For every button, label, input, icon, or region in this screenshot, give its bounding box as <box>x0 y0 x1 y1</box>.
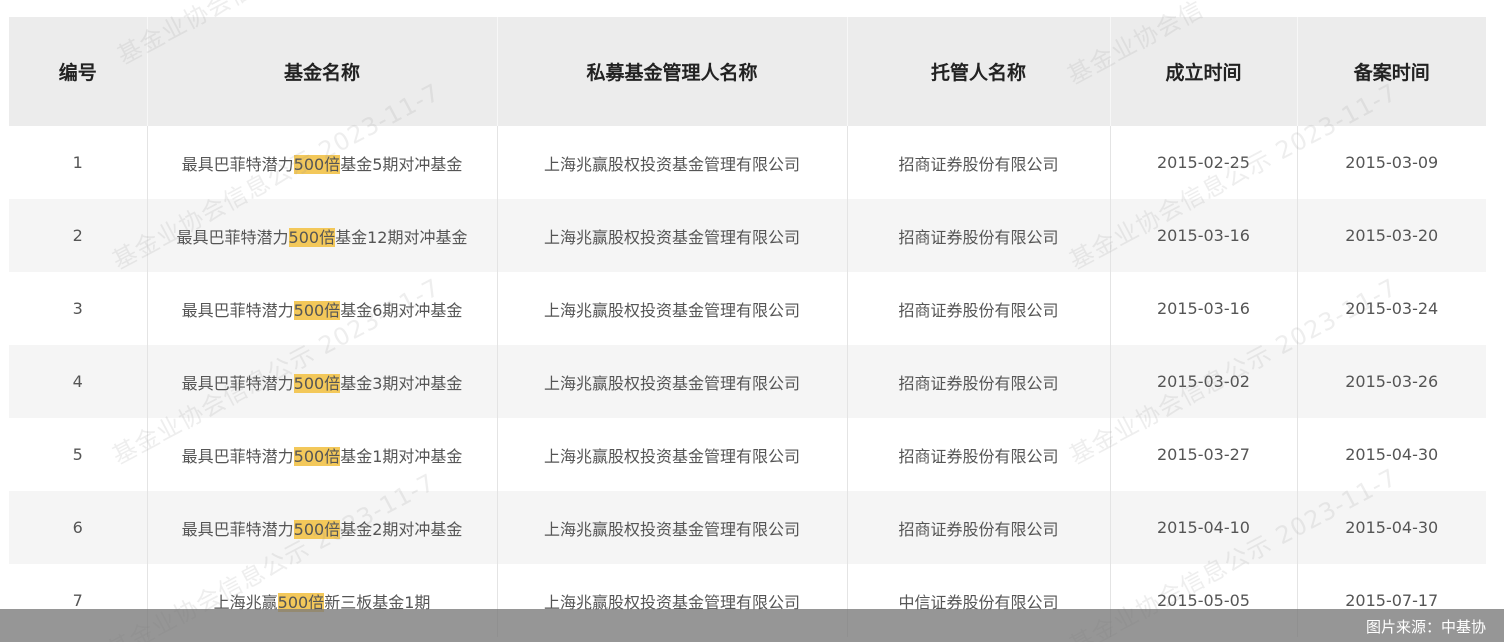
row-number: 1 <box>9 126 148 199</box>
fund-name-highlight: 500倍 <box>293 519 341 539</box>
row-number: 5 <box>9 418 148 491</box>
fund-name-prefix: 最具巴菲特潜力 <box>181 373 294 393</box>
column-header-manager: 私募基金管理人名称 <box>497 17 848 126</box>
filing-date: 2015-03-24 <box>1345 299 1439 318</box>
fund-name-cell: 最具巴菲特潜力500倍基金12期对冲基金 <box>147 199 498 272</box>
filing-date: 2015-03-09 <box>1345 153 1439 172</box>
custodian-name: 招商证券股份有限公司 <box>847 491 1111 564</box>
filing-date: 2015-04-30 <box>1345 518 1439 537</box>
fund-name-cell: 最具巴菲特潜力500倍基金2期对冲基金 <box>147 491 498 564</box>
custodian-name: 招商证券股份有限公司 <box>847 199 1111 272</box>
table-row: 5 最具巴菲特潜力500倍基金1期对冲基金 上海兆赢股权投资基金管理有限公司 招… <box>9 418 1486 491</box>
fund-name-suffix: 基金5期对冲基金 <box>340 154 463 174</box>
custodian-name: 招商证券股份有限公司 <box>847 418 1111 491</box>
manager-name: 上海兆赢股权投资基金管理有限公司 <box>497 345 848 418</box>
manager-name: 上海兆赢股权投资基金管理有限公司 <box>497 272 848 345</box>
fund-record-table: 编号 基金名称 私募基金管理人名称 托管人名称 成立时间 备案时间 1 最具巴菲… <box>9 17 1486 637</box>
established-date: 2015-03-16 <box>1110 199 1298 272</box>
fund-name-prefix: 最具巴菲特潜力 <box>181 519 294 539</box>
fund-name-highlight: 500倍 <box>293 154 341 174</box>
row-number: 4 <box>9 345 148 418</box>
filing-date: 2015-04-30 <box>1345 445 1439 464</box>
fund-name-cell: 最具巴菲特潜力500倍基金1期对冲基金 <box>147 418 498 491</box>
table-header-row: 编号 基金名称 私募基金管理人名称 托管人名称 成立时间 备案时间 <box>9 17 1486 126</box>
manager-name: 上海兆赢股权投资基金管理有限公司 <box>497 491 848 564</box>
custodian-name: 招商证券股份有限公司 <box>847 126 1111 199</box>
table-row: 4 最具巴菲特潜力500倍基金3期对冲基金 上海兆赢股权投资基金管理有限公司 招… <box>9 345 1486 418</box>
fund-name-cell: 最具巴菲特潜力500倍基金3期对冲基金 <box>147 345 498 418</box>
fund-name-prefix: 最具巴菲特潜力 <box>181 446 294 466</box>
table-body: 1 最具巴菲特潜力500倍基金5期对冲基金 上海兆赢股权投资基金管理有限公司 招… <box>9 126 1486 637</box>
fund-name-highlight: 500倍 <box>293 300 341 320</box>
fund-name-cell: 最具巴菲特潜力500倍基金6期对冲基金 <box>147 272 498 345</box>
custodian-name: 招商证券股份有限公司 <box>847 345 1111 418</box>
established-date: 2015-03-27 <box>1110 418 1298 491</box>
fund-name-prefix: 最具巴菲特潜力 <box>181 154 294 174</box>
fund-name-highlight: 500倍 <box>293 446 341 466</box>
established-date: 2015-02-25 <box>1110 126 1298 199</box>
fund-name-suffix: 基金2期对冲基金 <box>340 519 463 539</box>
column-header-fund-name: 基金名称 <box>147 17 498 126</box>
filing-date: 2015-03-26 <box>1345 372 1439 391</box>
fund-name-suffix: 基金6期对冲基金 <box>340 300 463 320</box>
established-date: 2015-03-16 <box>1110 272 1298 345</box>
fund-name-prefix: 最具巴菲特潜力 <box>176 227 289 247</box>
fund-name-highlight: 500倍 <box>288 227 336 247</box>
column-header-custodian: 托管人名称 <box>847 17 1111 126</box>
fund-name-prefix: 最具巴菲特潜力 <box>181 300 294 320</box>
filing-date: 2015-03-20 <box>1345 226 1439 245</box>
manager-name: 上海兆赢股权投资基金管理有限公司 <box>497 126 848 199</box>
table-row: 1 最具巴菲特潜力500倍基金5期对冲基金 上海兆赢股权投资基金管理有限公司 招… <box>9 126 1486 199</box>
custodian-name: 招商证券股份有限公司 <box>847 272 1111 345</box>
fund-name-suffix: 基金3期对冲基金 <box>340 373 463 393</box>
manager-name: 上海兆赢股权投资基金管理有限公司 <box>497 418 848 491</box>
row-number: 6 <box>9 491 148 564</box>
table-row: 6 最具巴菲特潜力500倍基金2期对冲基金 上海兆赢股权投资基金管理有限公司 招… <box>9 491 1486 564</box>
fund-name-cell: 最具巴菲特潜力500倍基金5期对冲基金 <box>147 126 498 199</box>
fund-name-highlight: 500倍 <box>293 373 341 393</box>
fund-name-suffix: 基金12期对冲基金 <box>335 227 468 247</box>
page: 编号 基金名称 私募基金管理人名称 托管人名称 成立时间 备案时间 1 最具巴菲… <box>0 0 1504 642</box>
column-header-established-date: 成立时间 <box>1110 17 1298 126</box>
established-date: 2015-04-10 <box>1110 491 1298 564</box>
row-number: 2 <box>9 199 148 272</box>
image-source-caption: 图片来源：中基协 <box>1365 618 1486 636</box>
established-date: 2015-03-02 <box>1110 345 1298 418</box>
table-row: 2 最具巴菲特潜力500倍基金12期对冲基金 上海兆赢股权投资基金管理有限公司 … <box>9 199 1486 272</box>
row-number: 3 <box>9 272 148 345</box>
column-header-number: 编号 <box>9 17 148 126</box>
fund-name-suffix: 基金1期对冲基金 <box>340 446 463 466</box>
manager-name: 上海兆赢股权投资基金管理有限公司 <box>497 199 848 272</box>
table-row: 3 最具巴菲特潜力500倍基金6期对冲基金 上海兆赢股权投资基金管理有限公司 招… <box>9 272 1486 345</box>
image-source-caption-bar: 图片来源：中基协 <box>0 609 1504 642</box>
column-header-filing-date: 备案时间 <box>1353 62 1430 84</box>
